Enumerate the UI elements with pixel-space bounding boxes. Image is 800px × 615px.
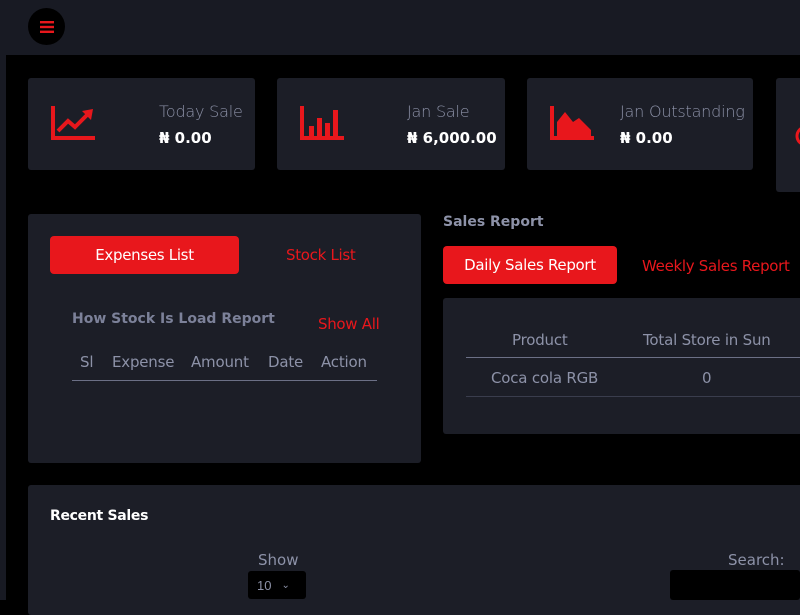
menu-toggle-button[interactable]	[28, 8, 65, 45]
column-header-product[interactable]: Product	[512, 331, 568, 349]
stat-value: ₦ 0.00	[620, 129, 673, 147]
table-header-divider	[466, 357, 800, 358]
column-header-total[interactable]: Total Store in Sun	[643, 331, 771, 349]
stat-card-jan-sale: Jan Sale ₦ 6,000.00	[277, 78, 505, 170]
report-title: How Stock Is Load Report	[72, 311, 275, 327]
stat-card-jan-outstanding: Jan Outstanding ₦ 0.00	[527, 78, 753, 170]
show-all-link[interactable]: Show All	[318, 315, 380, 333]
show-label: Show	[258, 551, 299, 569]
tab-weekly-sales-report[interactable]: Weekly Sales Report	[642, 257, 790, 275]
tab-expenses-list[interactable]: Expenses List	[50, 236, 239, 274]
stat-label: Today Sale	[159, 102, 243, 121]
trending-chart-icon	[51, 106, 95, 140]
stat-label: Jan Outstanding	[620, 102, 745, 121]
column-header[interactable]: Action	[321, 353, 367, 371]
column-header[interactable]: Expense	[112, 353, 174, 371]
table-cell-total: 0	[702, 369, 712, 387]
page-size-select[interactable]: 10 ⌄	[248, 571, 306, 599]
table-cell-product: Coca cola RGB	[491, 369, 599, 387]
tab-daily-sales-report[interactable]: Daily Sales Report	[443, 246, 617, 284]
sales-report-heading: Sales Report	[443, 214, 544, 230]
sidebar-edge	[0, 55, 6, 600]
stat-value: ₦ 0.00	[159, 129, 212, 147]
sales-report-table-panel	[443, 298, 800, 434]
page-size-value: 10	[257, 577, 272, 593]
search-input[interactable]	[670, 570, 800, 600]
area-chart-icon	[550, 106, 594, 140]
column-header[interactable]: Date	[268, 353, 303, 371]
recent-sales-title: Recent Sales	[50, 508, 149, 524]
partial-icon	[795, 127, 800, 145]
column-header[interactable]: Amount	[191, 353, 249, 371]
table-row-divider	[466, 396, 800, 397]
tab-stock-list[interactable]: Stock List	[286, 246, 356, 264]
stat-card-partial	[776, 78, 800, 192]
column-header[interactable]: Sl	[80, 353, 94, 371]
search-label: Search:	[728, 551, 785, 569]
bar-chart-icon	[300, 106, 344, 140]
chevron-down-icon: ⌄	[281, 579, 290, 591]
top-bar	[0, 0, 800, 55]
stat-value: ₦ 6,000.00	[407, 129, 497, 147]
stat-card-today-sale: Today Sale ₦ 0.00	[28, 78, 255, 170]
hamburger-menu-icon	[39, 20, 54, 33]
stat-label: Jan Sale	[407, 102, 470, 121]
table-divider	[72, 380, 377, 381]
